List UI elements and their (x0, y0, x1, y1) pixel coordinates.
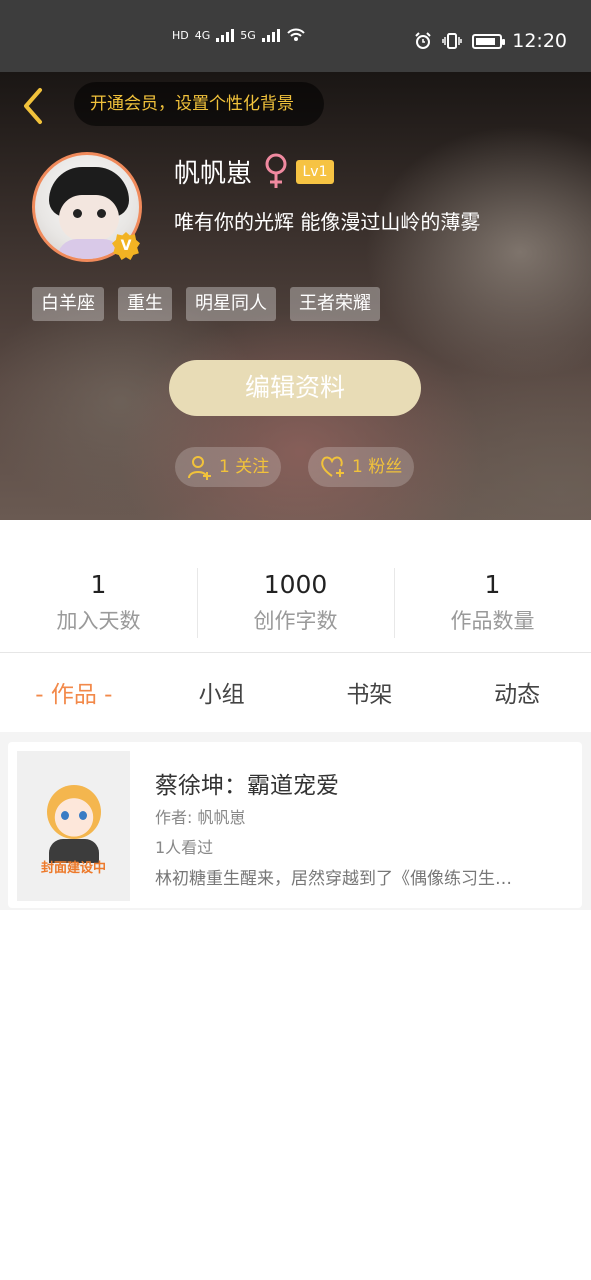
level-badge: Lv1 (296, 160, 334, 184)
book-description: 林初糖重生醒来，居然穿越到了《偶像练习生… (155, 869, 512, 889)
work-card[interactable]: 封面建设中 蔡徐坤：霸道宠爱 作者: 帆帆崽 1人看过 林初糖重生醒来，居然穿越… (8, 742, 582, 908)
stat-join-days: 1 加入天数 (0, 560, 197, 650)
heart-plus-icon (321, 456, 344, 477)
stat-label: 加入天数 (56, 609, 141, 633)
stat-value: 1000 (263, 570, 328, 599)
tab-bookshelf[interactable]: 书架 (296, 664, 444, 726)
divider (0, 652, 591, 653)
wifi-icon (287, 28, 305, 41)
female-gender-icon (265, 153, 287, 188)
profile-tags: 白羊座 重生 明星同人 王者荣耀 (32, 287, 380, 321)
stat-works-count: 1 作品数量 (394, 560, 591, 650)
profile-name: 帆帆崽 (174, 159, 253, 189)
signal-indicators: HD 4G 5G (172, 26, 306, 42)
4g-label: 4G (194, 29, 211, 42)
profile-motto: 唯有你的光辉 能像漫过山岭的薄雾 (174, 210, 481, 234)
battery-icon (472, 33, 506, 49)
5g-label: 5G (240, 29, 256, 42)
status-right: 12:20 (414, 30, 567, 52)
status-bar: HD 4G 5G 12:20 (0, 0, 591, 72)
signal-bars-2-icon (261, 29, 280, 42)
edit-profile-button[interactable]: 编辑资料 (169, 360, 421, 416)
profile-tag: 重生 (118, 287, 172, 321)
stat-label: 创作字数 (253, 609, 338, 633)
follow-label: 1 关注 (219, 457, 270, 477)
stat-value: 1 (90, 570, 107, 599)
profile-tag: 王者荣耀 (290, 287, 380, 321)
book-cover: 封面建设中 (17, 751, 130, 901)
tab-activity[interactable]: 动态 (443, 664, 591, 726)
tab-bar: - 作品 - 小组 书架 动态 (0, 664, 591, 726)
clock: 12:20 (512, 30, 567, 52)
signal-bars-icon (216, 29, 235, 42)
vibrate-icon (442, 33, 462, 49)
back-arrow-icon[interactable] (18, 86, 48, 126)
follow-button[interactable]: 1 关注 (175, 447, 282, 487)
stats-row: 1 加入天数 1000 创作字数 1 作品数量 (0, 560, 591, 650)
fans-label: 1 粉丝 (352, 457, 403, 477)
cover-placeholder-text: 封面建设中 (40, 861, 106, 876)
profile-tag: 白羊座 (32, 287, 104, 321)
stat-value: 1 (484, 570, 501, 599)
vip-banner[interactable]: 开通会员，设置个性化背景 (74, 82, 324, 126)
book-title: 蔡徐坤：霸道宠爱 (155, 773, 339, 799)
tab-works[interactable]: - 作品 - (0, 664, 148, 726)
tab-groups[interactable]: 小组 (148, 664, 296, 726)
alarm-icon (415, 32, 431, 49)
book-author: 作者: 帆帆崽 (155, 808, 246, 827)
book-views: 1人看过 (155, 838, 214, 857)
add-user-icon (188, 456, 211, 480)
hd-label: HD (172, 29, 189, 42)
fans-button[interactable]: 1 粉丝 (308, 447, 415, 487)
profile-tag: 明星同人 (186, 287, 276, 321)
stat-label: 作品数量 (450, 609, 535, 633)
stat-word-count: 1000 创作字数 (197, 560, 394, 650)
